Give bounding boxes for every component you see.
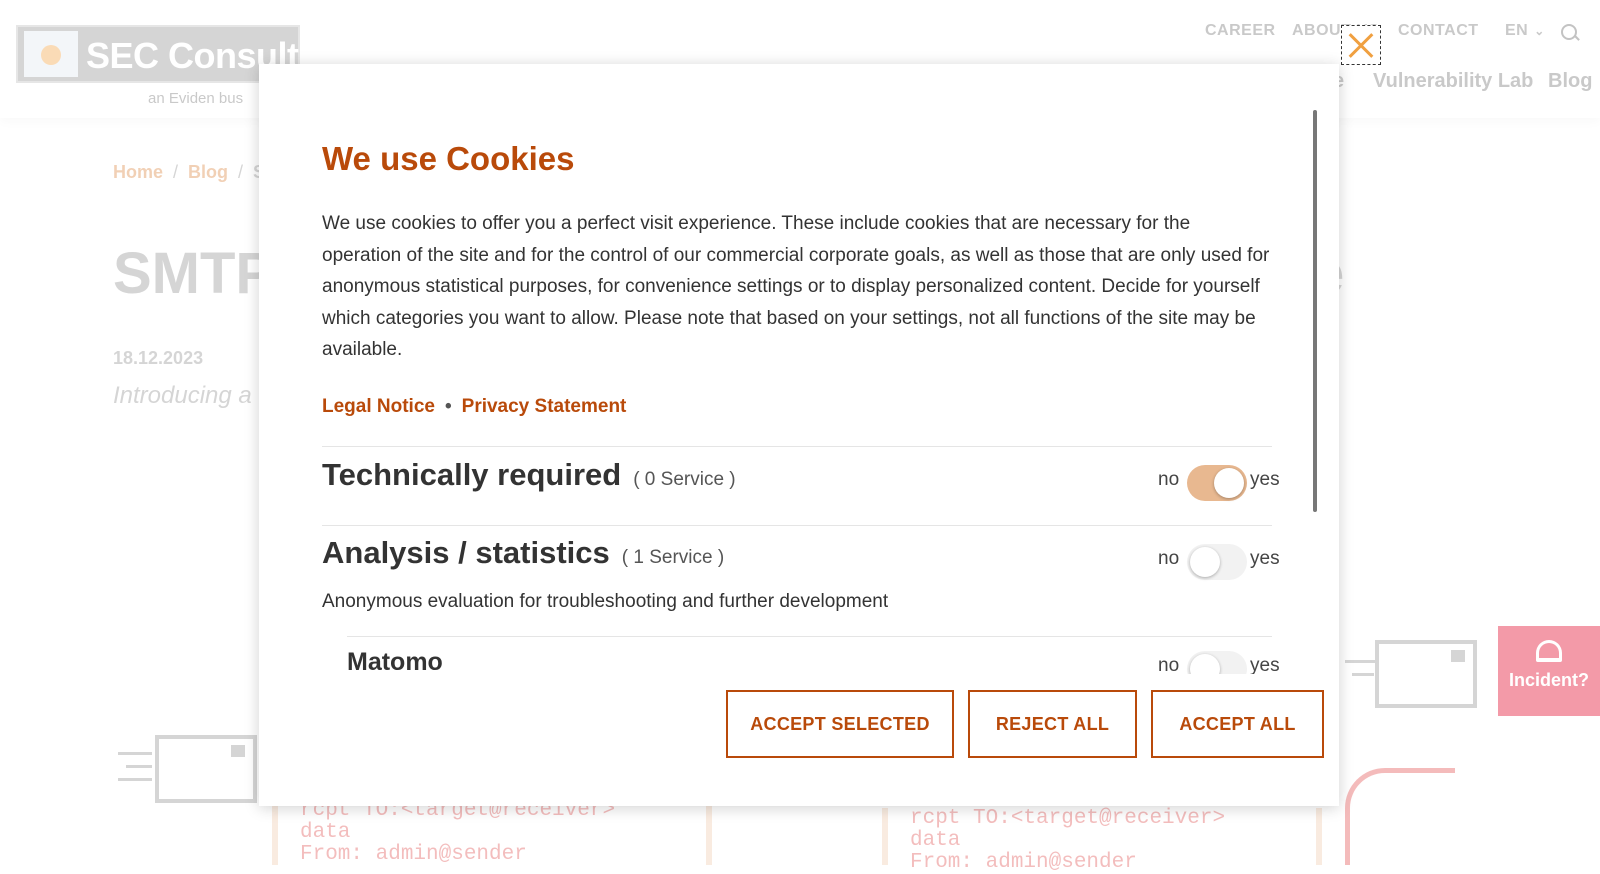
toggle-no-label: no: [1158, 548, 1180, 569]
close-icon[interactable]: [1341, 25, 1381, 65]
toggle-yes-label: yes: [1250, 548, 1280, 569]
switch-knob: [1214, 468, 1244, 498]
cookie-dialog-content[interactable]: We use Cookies We use cookies to offer y…: [259, 64, 1319, 674]
breadcrumb-blog[interactable]: Blog: [188, 162, 228, 182]
article-intro: Introducing a: [113, 382, 252, 409]
cookie-dialog-footer: ACCEPT SELECTED REJECT ALL ACCEPT ALL: [259, 674, 1339, 806]
dialog-scrollbar[interactable]: [1313, 110, 1317, 512]
technically-required-switch[interactable]: [1187, 465, 1247, 501]
logo-subtitle: an Eviden bus: [148, 90, 244, 107]
breadcrumb-home[interactable]: Home: [113, 162, 163, 182]
category-technically-required-title: Technically required ( 0 Service ): [322, 457, 736, 493]
category-analysis-description: Anonymous evaluation for troubleshooting…: [322, 591, 889, 612]
search-icon[interactable]: [1561, 24, 1577, 40]
cookie-consent-dialog: We use Cookies We use cookies to offer y…: [259, 64, 1339, 806]
incident-button[interactable]: Incident?: [1498, 626, 1600, 716]
legal-notice-link[interactable]: Legal Notice: [322, 396, 435, 417]
speed-line: [1352, 673, 1374, 676]
code-line: From: admin@sender: [300, 843, 527, 866]
code-line: rcpt TO:<target@receiver>: [910, 807, 1226, 830]
logo-star-icon: [24, 31, 78, 77]
switch-knob: [1190, 654, 1220, 674]
envelope-illustration: [155, 735, 257, 803]
toggle-yes-label: yes: [1250, 655, 1280, 674]
site-logo[interactable]: SEC Consult: [16, 25, 300, 83]
divider: [347, 636, 1272, 637]
privacy-statement-link[interactable]: Privacy Statement: [462, 396, 627, 417]
language-label: EN: [1505, 22, 1529, 39]
toggle-no-label: no: [1158, 655, 1180, 674]
mainnav-blog[interactable]: Blog: [1548, 70, 1592, 93]
code-line: From: admin@sender: [910, 851, 1137, 874]
speed-line: [126, 765, 152, 768]
topnav-career[interactable]: CAREER: [1205, 22, 1276, 40]
smtp-code-block: rcpt TO:<target@receiver> data From: admin…: [882, 807, 1322, 874]
cookie-dialog-title: We use Cookies: [322, 140, 575, 177]
category-service-count: ( 0 Service ): [633, 469, 736, 490]
envelope-illustration: [1375, 640, 1477, 708]
incident-label: Incident?: [1509, 670, 1589, 690]
reject-all-button[interactable]: REJECT ALL: [968, 690, 1137, 758]
toggle-no-label: no: [1158, 469, 1180, 490]
divider: [322, 446, 1272, 447]
alarm-icon: [1536, 640, 1562, 662]
article-title: SMTP: [113, 241, 275, 306]
cookie-dialog-links: Legal Notice • Privacy Statement: [322, 396, 626, 418]
service-matomo-title: Matomo: [347, 648, 443, 674]
breadcrumb-separator: /: [173, 162, 179, 182]
accept-selected-button[interactable]: ACCEPT SELECTED: [726, 690, 954, 758]
category-title-text: Analysis / statistics: [322, 535, 610, 570]
speed-line: [118, 778, 152, 781]
language-selector[interactable]: EN ⌄: [1505, 22, 1545, 40]
divider: [322, 525, 1272, 526]
code-line: data: [300, 821, 351, 844]
accept-all-button[interactable]: ACCEPT ALL: [1151, 690, 1324, 758]
smtp-code-block: rcpt TO:<target@receiver> data From: admin…: [272, 800, 712, 866]
topnav-contact[interactable]: CONTACT: [1398, 22, 1479, 40]
cookie-dialog-body: We use cookies to offer you a perfect vi…: [322, 213, 1270, 360]
code-line: data: [910, 829, 961, 852]
chevron-down-icon: ⌄: [1534, 24, 1545, 38]
arrow-illustration: [1345, 768, 1455, 865]
category-service-count: ( 1 Service ): [621, 547, 725, 568]
speed-line: [118, 752, 152, 755]
category-analysis-title: Analysis / statistics ( 1 Service ): [322, 535, 724, 571]
matomo-switch[interactable]: [1187, 651, 1247, 674]
article-date: 18.12.2023: [113, 348, 204, 368]
switch-knob: [1190, 547, 1220, 577]
speed-line: [1345, 660, 1375, 663]
category-title-text: Technically required: [322, 457, 622, 492]
link-separator: •: [444, 396, 452, 417]
breadcrumb: Home/Blog/S: [113, 162, 265, 183]
toggle-yes-label: yes: [1250, 469, 1280, 490]
analysis-switch[interactable]: [1187, 544, 1247, 580]
mainnav-vulnerability-lab[interactable]: Vulnerability Lab: [1373, 70, 1533, 93]
breadcrumb-separator: /: [238, 162, 244, 182]
